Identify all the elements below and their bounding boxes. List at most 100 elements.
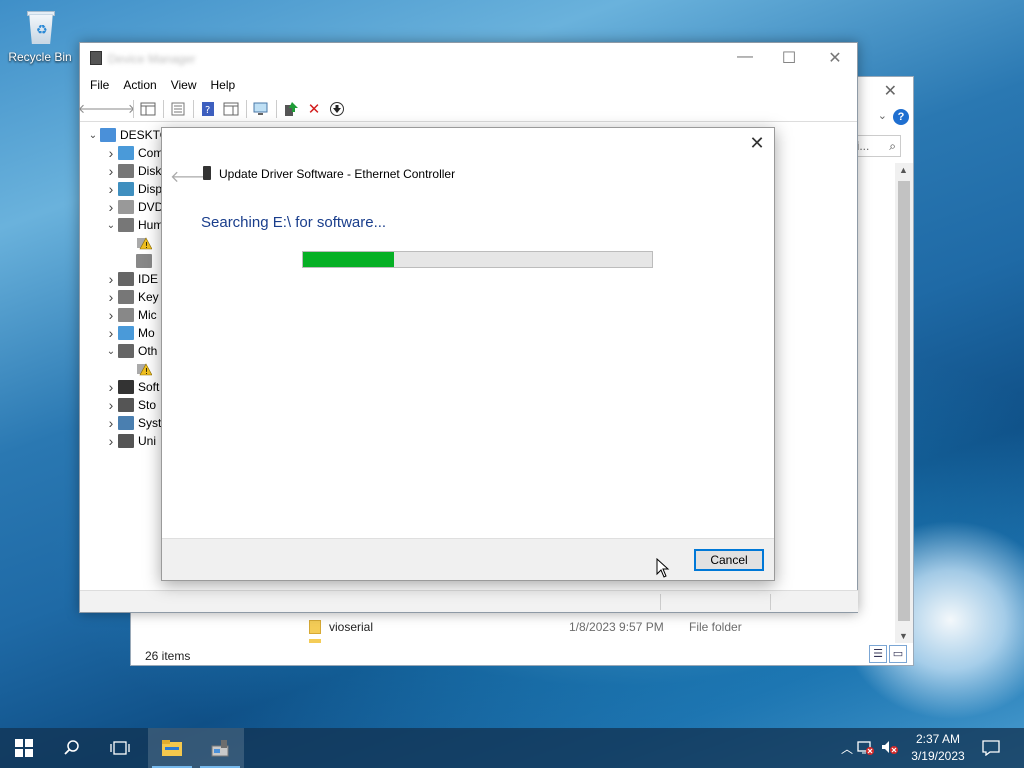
device-tree-item[interactable]: !	[122, 234, 156, 252]
svg-text:!: !	[145, 367, 148, 376]
ribbon-expand-chevron-icon[interactable]: ⌄	[878, 109, 887, 122]
device-tree-item[interactable]: › Com	[104, 144, 164, 162]
menu-file[interactable]: File	[83, 78, 116, 92]
device-tree-item[interactable]: › Key	[104, 288, 159, 306]
collapsed-chevron-icon[interactable]: ›	[104, 325, 118, 341]
close-icon[interactable]: ✕	[812, 48, 858, 68]
action-pane-icon[interactable]	[220, 99, 242, 119]
search-icon	[64, 740, 79, 755]
expanded-chevron-icon[interactable]: ⌄	[86, 130, 100, 141]
menu-help[interactable]: Help	[204, 78, 243, 92]
device-tree-label: Mic	[138, 308, 157, 322]
action-center-button[interactable]	[968, 728, 1014, 768]
forward-arrow-icon[interactable]: 🡒	[101, 99, 136, 119]
task-view-button[interactable]	[96, 728, 144, 768]
collapsed-chevron-icon[interactable]: ›	[104, 379, 118, 395]
scroll-down-icon[interactable]: ▼	[899, 631, 908, 641]
toolbar: 🡐 🡒 ? ✕	[78, 96, 857, 122]
scrollbar-thumb[interactable]	[898, 181, 910, 621]
start-button[interactable]	[0, 728, 48, 768]
collapsed-chevron-icon[interactable]: ›	[104, 271, 118, 287]
minimize-icon[interactable]: —	[722, 48, 768, 66]
device-tree-label: Syst	[138, 416, 162, 430]
recycle-bin-shortcut[interactable]: ♻ Recycle Bin	[6, 8, 74, 64]
properties-icon[interactable]	[167, 99, 189, 119]
file-list-row[interactable]: vioserial 1/8/2023 9:57 PM File folder	[309, 619, 869, 637]
device-tree-item[interactable]: › Disp	[104, 180, 162, 198]
recycle-bin-icon: ♻	[24, 8, 56, 46]
expanded-chevron-icon[interactable]: ⌄	[104, 220, 118, 231]
help-icon[interactable]: ?	[893, 109, 909, 125]
cancel-button[interactable]: Cancel	[694, 549, 764, 571]
device-tree-item[interactable]: › Sto	[104, 396, 156, 414]
svg-text:!: !	[145, 241, 148, 250]
explorer-vertical-scrollbar[interactable]: ▲ ▼	[895, 163, 913, 643]
dialog-close-icon[interactable]: ✕	[746, 132, 768, 154]
maximize-icon[interactable]: ☐	[766, 48, 812, 68]
disable-device-icon[interactable]	[326, 99, 348, 119]
update-driver-dialog[interactable]: ✕ 🡐 Update Driver Software - Ethernet Co…	[161, 127, 775, 581]
collapsed-chevron-icon[interactable]: ›	[104, 289, 118, 305]
show-hidden-icons-chevron[interactable]: ︿	[838, 740, 856, 757]
view-toggle-group: ☰ ▭	[867, 645, 907, 663]
scroll-up-icon[interactable]: ▲	[899, 165, 908, 175]
search-button[interactable]	[48, 728, 96, 768]
device-tree-item[interactable]: › Mic	[104, 306, 157, 324]
taskbar-clock[interactable]: 2:37 AM 3/19/2023	[900, 731, 976, 765]
display-icon	[118, 182, 134, 196]
collapsed-chevron-icon[interactable]: ›	[104, 307, 118, 323]
device-tree-item[interactable]: › Disk	[104, 162, 162, 180]
taskbar-device-manager[interactable]	[196, 728, 244, 768]
collapsed-chevron-icon[interactable]: ›	[104, 199, 118, 215]
menu-action[interactable]: Action	[116, 78, 163, 92]
device-tree-item[interactable]: ⌄ Hum	[104, 216, 163, 234]
taskbar-file-explorer[interactable]	[148, 728, 196, 768]
search-icon: ⌕	[889, 139, 896, 153]
menu-view[interactable]: View	[164, 78, 204, 92]
dialog-footer: Cancel	[162, 538, 774, 580]
file-explorer-icon	[162, 740, 182, 756]
device-tree-item[interactable]: › DVD	[104, 198, 164, 216]
network-disconnected-icon[interactable]	[856, 739, 880, 758]
device-tree-item[interactable]: ⌄ Oth	[104, 342, 157, 360]
expanded-chevron-icon[interactable]: ⌄	[104, 346, 118, 357]
device-tree-item[interactable]: › Mo	[104, 324, 155, 342]
keyboard-icon	[118, 290, 134, 304]
uninstall-device-icon[interactable]: ✕	[303, 99, 325, 119]
taskbar: ︿ 2:37 AM 3/19/2023	[0, 728, 1024, 768]
device-tree-item[interactable]	[122, 252, 156, 270]
device-tree-item[interactable]: › Syst	[104, 414, 162, 432]
device-tree-item[interactable]: › Uni	[104, 432, 156, 450]
device-tree-item[interactable]: !	[122, 360, 156, 378]
collapsed-chevron-icon[interactable]: ›	[104, 181, 118, 197]
device-manager-titlebar[interactable]: Device Manager — ☐ ✕	[80, 43, 857, 74]
monitor-icon	[118, 326, 134, 340]
device-tree-label: IDE	[138, 272, 159, 286]
ethernet-device-icon	[203, 166, 211, 180]
volume-muted-icon[interactable]	[880, 739, 902, 758]
hid-device-icon	[136, 254, 152, 268]
warning-device-icon: !	[136, 362, 153, 376]
device-tree-label: Key	[138, 290, 159, 304]
mouse-icon	[118, 308, 134, 322]
notification-icon	[982, 740, 1000, 756]
device-tree-item[interactable]: › IDE	[104, 270, 158, 288]
update-driver-icon[interactable]	[280, 99, 302, 119]
device-tree-label: Disp	[138, 182, 163, 196]
scan-hardware-icon[interactable]	[250, 99, 272, 119]
file-list-row-partial[interactable]	[309, 639, 869, 643]
large-icons-view-icon[interactable]: ▭	[889, 645, 907, 663]
folder-icon	[309, 619, 321, 634]
details-view-icon[interactable]: ☰	[869, 645, 887, 663]
collapsed-chevron-icon[interactable]: ›	[104, 397, 118, 413]
collapsed-chevron-icon[interactable]: ›	[104, 415, 118, 431]
collapsed-chevron-icon[interactable]: ›	[104, 433, 118, 449]
collapsed-chevron-icon[interactable]: ›	[104, 163, 118, 179]
collapsed-chevron-icon[interactable]: ›	[104, 145, 118, 161]
help-book-icon[interactable]: ?	[197, 99, 219, 119]
searching-status-text: Searching E:\ for software...	[201, 214, 387, 231]
device-tree-item[interactable]: › Soft	[104, 378, 160, 396]
show-hide-console-tree-icon[interactable]	[137, 99, 159, 119]
disk-icon	[118, 164, 134, 178]
explorer-close-icon[interactable]: ✕	[884, 81, 897, 101]
